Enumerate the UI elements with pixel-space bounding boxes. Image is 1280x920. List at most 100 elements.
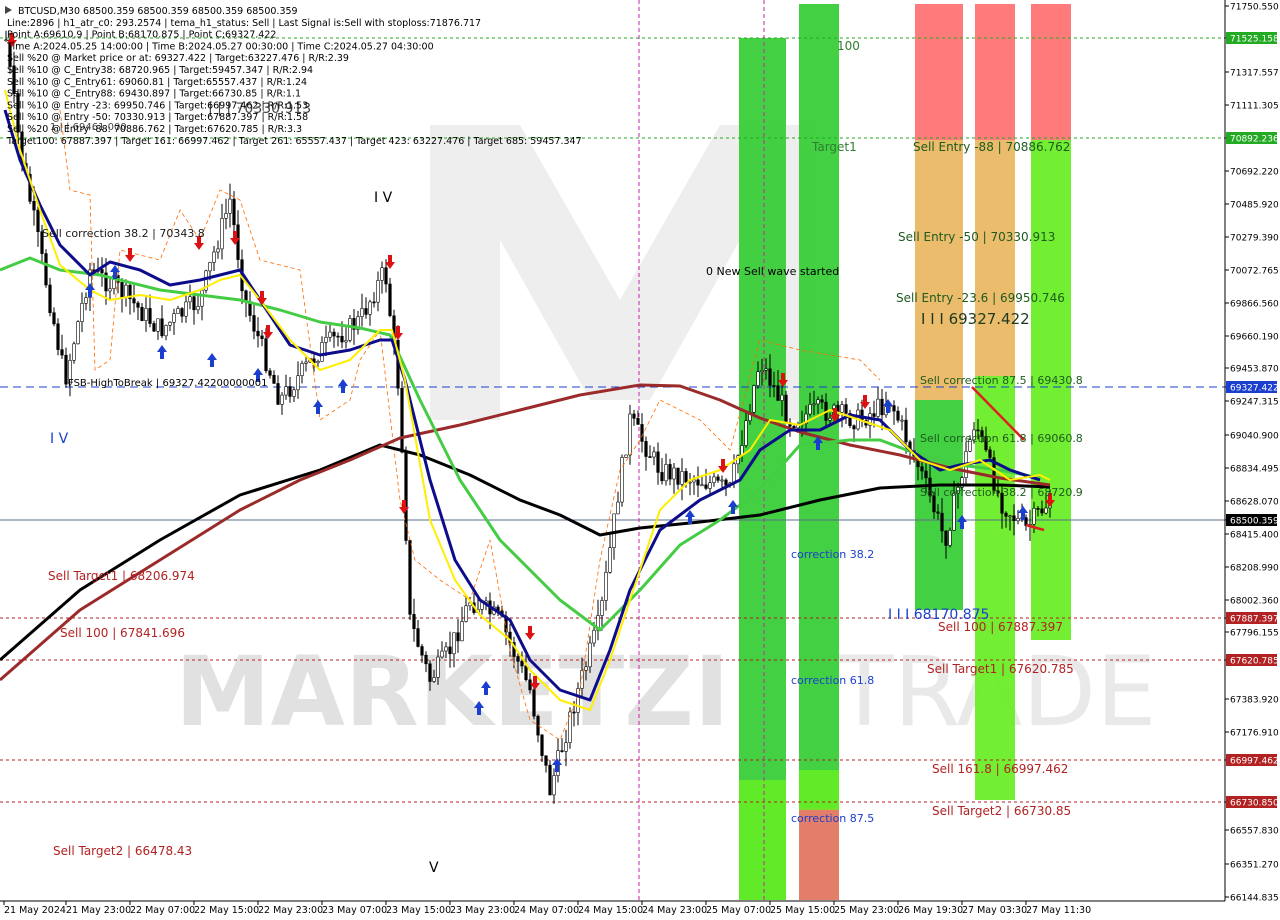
candle-body <box>424 654 428 665</box>
candle-body <box>1016 517 1020 522</box>
chart-label: 0 New Sell wave started <box>706 265 839 278</box>
trading-chart[interactable]: MARKETZITRADE Sell correction 38.2 | 703… <box>0 0 1280 920</box>
candle-body <box>696 479 700 486</box>
chart-label: Sell Target1 | 67620.785 <box>927 662 1074 676</box>
candle-body <box>340 335 344 343</box>
candle-body <box>828 417 832 421</box>
candle-body <box>196 305 200 311</box>
candle-body <box>924 470 928 479</box>
price-tick-label: 68002.360 <box>1230 597 1279 607</box>
candle-body <box>304 361 308 364</box>
candle-body <box>260 335 264 339</box>
candle-body <box>720 479 724 482</box>
zone-red-3 <box>1031 4 1071 140</box>
time-tick-label: 23 May 23:00 <box>450 905 515 916</box>
price-tick-label: 68208.990 <box>1230 564 1279 574</box>
zone-amber-1 <box>915 140 963 400</box>
candle-body <box>364 308 368 315</box>
chart-label: Sell Entry -88 | 70886.762 <box>913 140 1070 154</box>
candle-body <box>136 302 140 308</box>
candle-body <box>148 308 152 324</box>
chart-label: correction 87.5 <box>791 812 874 825</box>
time-tick-label: 25 May 15:00 <box>770 905 835 916</box>
candle-body <box>948 530 952 546</box>
info-line: Sell %10 @ C_Entry61: 69060.81 | Target:… <box>7 77 307 88</box>
candle-body <box>300 363 304 376</box>
candle-body <box>228 198 232 214</box>
time-tick-label: 24 May 15:00 <box>578 905 643 916</box>
candle-body <box>676 467 680 485</box>
chart-label: V <box>429 860 439 876</box>
candle-body <box>760 370 764 372</box>
candle-body <box>64 354 68 385</box>
price-tick-label: 71750.550 <box>1230 3 1279 13</box>
price-tick-label: 70072.765 <box>1230 267 1279 277</box>
candle-body <box>440 650 444 658</box>
candle-body <box>872 413 876 417</box>
candle-body <box>192 296 196 311</box>
zone-lime-bottom-1 <box>739 780 786 900</box>
chart-label: Sell Entry -23.6 | 69950.746 <box>896 291 1065 305</box>
chart-label: Target1 <box>811 140 857 154</box>
candle-body <box>284 386 288 396</box>
time-tick-label: 24 May 23:00 <box>642 905 707 916</box>
chart-label: Sell 100 | 67841.696 <box>60 626 185 640</box>
candle-body <box>1004 512 1008 517</box>
candle-body <box>408 540 412 615</box>
symbol-header: BTCUSD,M30 68500.359 68500.359 68500.359… <box>18 6 298 17</box>
candle-body <box>664 464 668 482</box>
candle-body <box>152 323 156 332</box>
candle-body <box>700 484 704 487</box>
zone-amber-2 <box>975 140 1015 376</box>
chart-label: Sell Target2 | 66478.43 <box>53 844 192 858</box>
candle-body <box>936 511 940 514</box>
time-tick-label: 27 May 03:30 <box>962 905 1027 916</box>
chart-label: FSB-HighToBreak | 69327.42200000001 <box>68 378 267 389</box>
candle-body <box>76 321 80 345</box>
time-tick-label: 22 May 23:00 <box>258 905 323 916</box>
chart-label: Sell correction 87.5 | 69430.8 <box>920 374 1083 387</box>
candle-body <box>144 308 148 321</box>
chart-label: Sell Target2 | 66730.85 <box>932 804 1071 818</box>
candle-body <box>292 389 296 397</box>
candle-body <box>644 441 648 457</box>
info-line: Point A:69610.9 | Point B:68170.875 | Po… <box>7 30 276 41</box>
candle-body <box>232 198 236 226</box>
candle-body <box>252 315 256 332</box>
candle-body <box>524 665 528 681</box>
candle-body <box>712 476 716 483</box>
price-tick-label: 69327.422 <box>1230 384 1279 394</box>
candle-body <box>384 267 388 285</box>
candle-body <box>336 335 340 338</box>
price-tick-label: 70279.390 <box>1230 234 1279 244</box>
candle-body <box>56 323 60 350</box>
candle-body <box>840 404 844 413</box>
candle-body <box>776 385 780 401</box>
candle-body <box>648 456 652 458</box>
candle-body <box>636 417 640 425</box>
candle-body <box>816 399 820 405</box>
candle-body <box>124 284 128 298</box>
candle-body <box>416 628 420 647</box>
candle-body <box>452 632 456 655</box>
candle-body <box>80 302 84 322</box>
candle-body <box>844 404 848 414</box>
candle-body <box>628 413 632 456</box>
candle-body <box>44 253 48 286</box>
candle-body <box>988 449 992 458</box>
candle-body <box>296 375 300 391</box>
candle-body <box>176 308 180 314</box>
candle-body <box>36 209 40 233</box>
info-line: Time A:2024.05.25 14:00:00 | Time B:2024… <box>6 41 434 52</box>
candle-body <box>164 325 168 337</box>
time-axis[interactable]: 21 May 2024 21 May 23:0022 May 07:0022 Ma… <box>3 901 1091 916</box>
time-tick-label: 23 May 15:00 <box>386 905 451 916</box>
candle-body <box>100 269 104 274</box>
candle-body <box>428 663 432 682</box>
candle-body <box>544 755 548 766</box>
candle-body <box>400 387 404 453</box>
candle-body <box>360 308 364 317</box>
zone-lime-bottom-2 <box>799 770 839 810</box>
price-axis[interactable]: 71750.550 71525.158 71317.557 71111.305 7089… <box>1225 3 1279 904</box>
chart-label: 100 <box>837 39 860 53</box>
